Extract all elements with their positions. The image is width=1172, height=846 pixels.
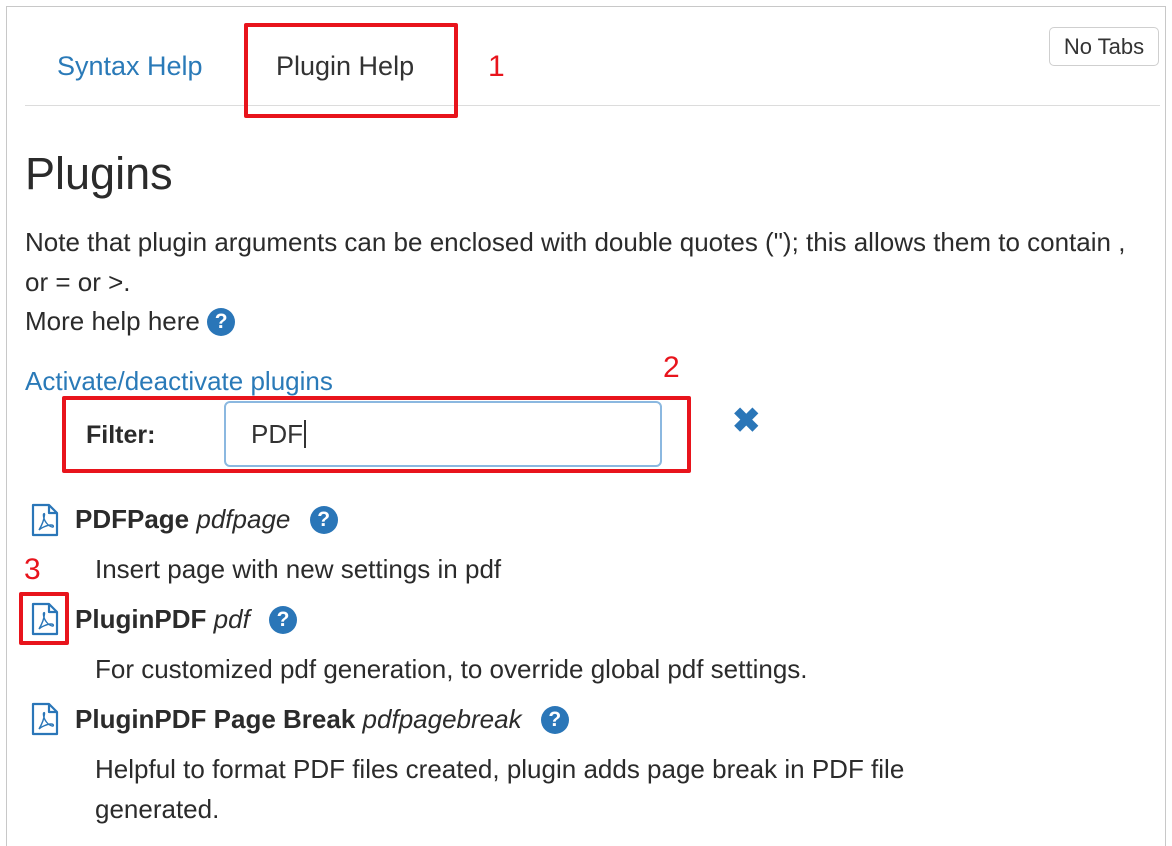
plugin-name: PluginPDF	[75, 604, 207, 634]
page-title: Plugins	[25, 148, 173, 199]
plugin-description: Insert page with new settings in pdf	[95, 554, 502, 584]
annotation-number-1: 1	[488, 50, 505, 83]
question-circle-icon[interactable]: ?	[207, 308, 236, 336]
plugin-title-pluginpdf: PluginPDF pdf ?	[75, 602, 298, 636]
plugin-description: For customized pdf generation, to overri…	[95, 654, 808, 684]
annotation-box-1	[244, 23, 458, 118]
plugin-title-pdfpage: PDFPage pdfpage ?	[75, 502, 338, 536]
annotation-number-3: 3	[24, 553, 41, 586]
pdf-file-icon[interactable]	[30, 503, 60, 537]
plugin-description: Helpful to format PDF files created, plu…	[95, 754, 905, 824]
annotation-box-3	[19, 592, 69, 645]
tab-syntax-help[interactable]: Syntax Help	[57, 50, 203, 82]
question-circle-icon[interactable]: ?	[540, 706, 569, 734]
clear-filter-close-icon[interactable]: ✖	[732, 403, 761, 439]
plugin-code: pdfpagebreak	[362, 704, 522, 734]
more-help: More help here ?	[25, 303, 236, 339]
plugin-code: pdfpage	[196, 504, 291, 534]
more-help-label: More help here	[25, 306, 200, 336]
annotation-box-2	[62, 396, 691, 473]
plugin-arguments-note: Note that plugin arguments can be enclos…	[25, 227, 1126, 297]
activate-deactivate-plugins-link[interactable]: Activate/deactivate plugins	[25, 364, 333, 398]
plugin-code: pdf	[213, 604, 250, 634]
question-circle-icon[interactable]: ?	[269, 606, 298, 634]
plugin-title-pluginpdf-page-break: PluginPDF Page Break pdfpagebreak ?	[75, 702, 569, 736]
question-circle-icon[interactable]: ?	[309, 506, 338, 534]
pdf-file-icon[interactable]	[30, 702, 60, 736]
tab-divider	[25, 105, 1160, 106]
no-tabs-button[interactable]: No Tabs	[1049, 27, 1159, 66]
plugin-name: PDFPage	[75, 504, 190, 534]
annotation-number-2: 2	[663, 351, 680, 384]
plugin-name: PluginPDF Page Break	[75, 704, 356, 734]
